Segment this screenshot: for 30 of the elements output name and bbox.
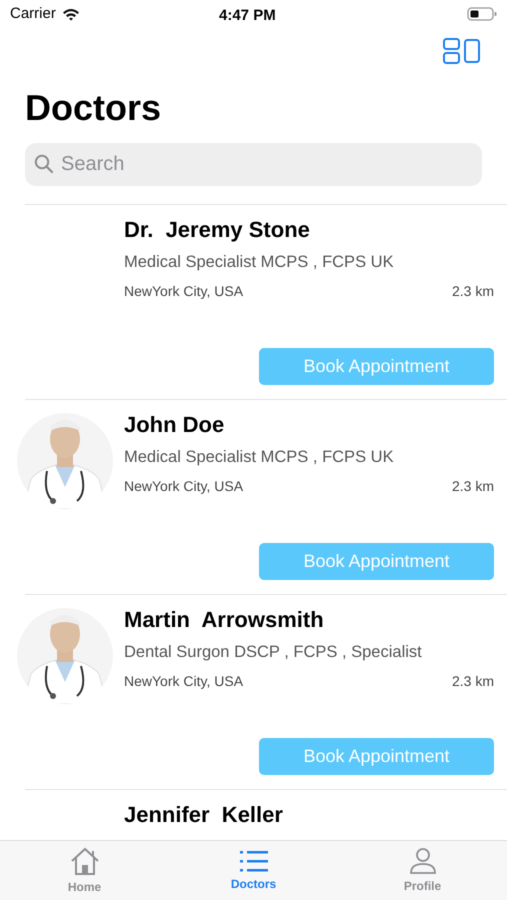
search-field[interactable]: Search xyxy=(25,143,482,186)
doctor-name: Jennifer Keller xyxy=(124,801,284,829)
person-icon xyxy=(408,846,436,874)
battery-icon xyxy=(467,7,497,21)
doctor-name: Martin Arrowsmith xyxy=(124,606,325,634)
doctor-specialty: Dental Surgon DSCP , FCPS , Specialist xyxy=(124,642,423,663)
tab-label[interactable]: Home xyxy=(68,878,102,896)
tab-label[interactable]: Doctors xyxy=(230,874,276,892)
doctor-name: John Doe xyxy=(124,411,226,439)
doctor-name: Dr. Jeremy Stone xyxy=(124,216,311,244)
book-appointment-button[interactable]: Book Appointment xyxy=(259,738,494,775)
search-icon xyxy=(34,154,54,174)
wifi-icon xyxy=(62,8,80,20)
book-appointment-button[interactable]: Book Appointment xyxy=(259,348,494,385)
home-icon xyxy=(68,846,100,876)
distance-text: 2.3 km xyxy=(452,672,494,691)
tab-label[interactable]: Profile xyxy=(404,876,442,894)
page-title: Doctors xyxy=(25,86,162,130)
location-text: NewYork City, USA xyxy=(124,282,244,301)
doctor-specialty: Medical Specialist MCPS , FCPS UK xyxy=(124,447,395,468)
clock-text: 4:47 PM xyxy=(219,6,276,26)
distance-text: 2.3 km xyxy=(452,282,494,301)
layout-toggle-icon[interactable] xyxy=(443,38,481,64)
book-appointment-button[interactable]: Book Appointment xyxy=(259,543,494,580)
carrier-text: Carrier xyxy=(10,4,56,24)
doctor-specialty: Medical Specialist MCPS , FCPS UK xyxy=(124,252,395,273)
distance-text: 2.3 km xyxy=(452,477,494,496)
location-text: NewYork City, USA xyxy=(124,672,244,691)
location-text: NewYork City, USA xyxy=(124,477,244,496)
list-icon xyxy=(238,848,268,872)
